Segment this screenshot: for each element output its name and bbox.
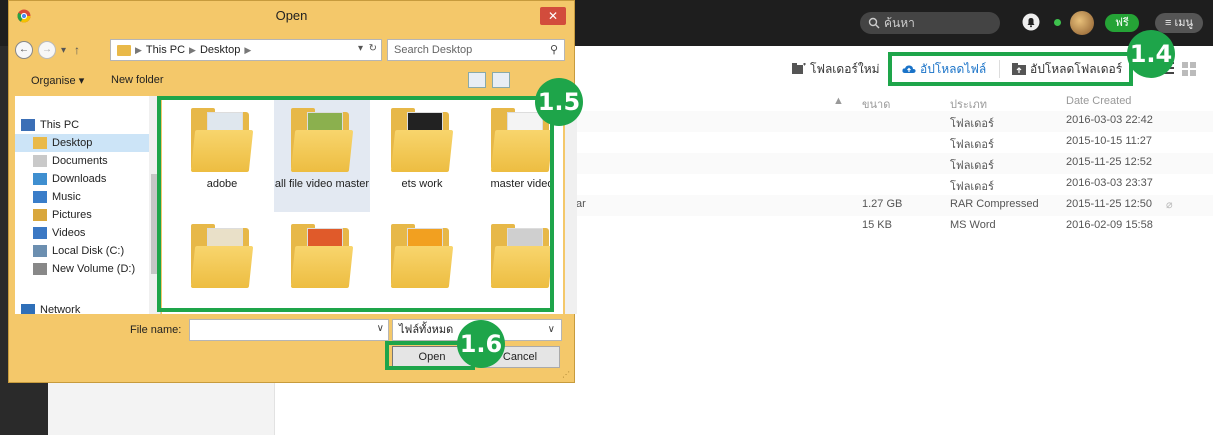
new-folder-button[interactable]: โฟลเดอร์ใหม่	[786, 58, 886, 80]
folder-icon	[33, 155, 47, 167]
forward-icon[interactable]: →	[38, 41, 56, 59]
cell-date: 2015-10-15 11:27	[1066, 135, 1153, 147]
nav-item[interactable]: This PC	[15, 116, 160, 134]
folder-icon	[33, 227, 47, 239]
folder-icon	[33, 137, 47, 149]
folder-icon	[117, 44, 131, 56]
free-plan-badge[interactable]: ฟรี	[1105, 14, 1139, 32]
change-view-icon[interactable]	[468, 72, 486, 88]
folder-add-icon	[792, 63, 806, 74]
chevron-right-icon: ▶	[135, 44, 142, 55]
cell-size: 1.27 GB	[862, 198, 903, 210]
file-list-scrollbar[interactable]	[565, 96, 577, 314]
cell-name: ar	[576, 198, 586, 210]
nav-item-label: Documents	[52, 155, 108, 167]
cell-type: โฟลเดอร์	[950, 160, 994, 172]
step-badge-1-6: 1.6	[457, 320, 505, 368]
new-folder-command[interactable]: New folder	[111, 74, 164, 86]
chevron-down-icon[interactable]: ∨	[377, 323, 384, 334]
folder-icon	[33, 209, 47, 221]
resize-grip-icon[interactable]: ⋰	[562, 370, 570, 379]
nav-item[interactable]: Local Disk (C:)	[15, 242, 160, 260]
nav-item[interactable]: New Volume (D:)	[15, 260, 160, 278]
cell-size: 15 KB	[862, 219, 892, 231]
chevron-right-icon: ▶	[244, 44, 252, 55]
folder-icon	[33, 173, 47, 185]
file-name-input[interactable]: ∨	[189, 319, 389, 341]
search-icon	[868, 17, 880, 29]
cell-date: 2015-11-25 12:50	[1066, 198, 1153, 210]
cell-date: 2015-11-25 12:52	[1066, 156, 1153, 168]
folder-icon	[33, 191, 47, 203]
menu-button[interactable]: ≡ เมนู	[1155, 13, 1203, 33]
nav-item-label: Downloads	[52, 173, 107, 185]
search-box[interactable]: ค้นหา	[860, 12, 1000, 34]
step-badge-1-4: 1.4	[1127, 30, 1175, 78]
cell-type: โฟลเดอร์	[950, 139, 994, 151]
new-folder-label: โฟลเดอร์ใหม่	[810, 62, 880, 76]
preview-pane-icon[interactable]	[492, 72, 510, 88]
search-placeholder: ค้นหา	[884, 16, 915, 30]
online-status-dot	[1054, 19, 1061, 26]
file-name-label: File name:	[130, 324, 182, 336]
cell-type: โฟลเดอร์	[950, 118, 994, 130]
nav-item[interactable]: Downloads	[15, 170, 160, 188]
nav-item-label: Music	[52, 191, 81, 203]
folder-icon	[33, 245, 47, 257]
cell-date: 2016-03-03 22:42	[1066, 114, 1153, 126]
recent-dropdown-icon[interactable]: ▾	[61, 45, 66, 56]
folder-icon	[21, 119, 35, 131]
breadcrumb-desktop[interactable]: Desktop	[200, 44, 240, 56]
grid-view-icon[interactable]	[1182, 62, 1196, 76]
chrome-icon	[17, 9, 31, 23]
nav-item[interactable]: Pictures	[15, 206, 160, 224]
cell-type: RAR Compressed	[950, 198, 1039, 210]
nav-item[interactable]: Music	[15, 188, 160, 206]
breadcrumb-this-pc[interactable]: This PC	[146, 44, 185, 56]
sort-arrow-icon[interactable]: ▲	[833, 95, 844, 107]
nav-item-label: New Volume (D:)	[52, 263, 136, 275]
navigation-pane: This PC Desktop Documents Downloads Music Pic…	[15, 96, 161, 314]
nav-item[interactable]: Videos	[15, 224, 160, 242]
file-type-value: ไฟล์ทั้งหมด	[399, 324, 454, 336]
step-badge-1-5: 1.5	[535, 78, 583, 126]
folder-icon	[33, 263, 47, 275]
dialog-title: Open	[9, 1, 574, 31]
nav-item[interactable]: Network	[15, 301, 160, 314]
avatar[interactable]	[1070, 11, 1094, 35]
bell-icon[interactable]	[1022, 13, 1040, 31]
folder-icon	[21, 304, 35, 314]
column-header-date[interactable]: Date Created	[1066, 95, 1131, 107]
nav-item-label: Local Disk (C:)	[52, 245, 125, 257]
nav-item[interactable]: Documents	[15, 152, 160, 170]
up-arrow-icon[interactable]: ↑	[74, 43, 80, 57]
cell-date: 2016-02-09 15:58	[1066, 219, 1153, 231]
organise-menu[interactable]: Organise ▾	[31, 74, 84, 87]
command-bar: Organise ▾ New folder	[15, 68, 568, 94]
nav-item-label: Network	[40, 304, 81, 314]
cell-date: 2016-03-03 23:37	[1066, 177, 1153, 189]
chevron-down-icon: ∨	[547, 324, 555, 335]
step-1-4-highlight	[888, 52, 1133, 86]
search-field-placeholder: Search Desktop	[394, 44, 473, 56]
search-desktop-field[interactable]: Search Desktop ⚲	[387, 39, 565, 61]
cell-type: โฟลเดอร์	[950, 181, 994, 193]
nav-item-label: This PC	[40, 119, 80, 131]
address-bar[interactable]: ▶ This PC ▶ Desktop ▶ ▾ ↻	[110, 39, 382, 61]
back-icon[interactable]: ←	[15, 41, 33, 59]
nav-item[interactable]: Desktop	[15, 134, 160, 152]
cell-type: MS Word	[950, 219, 996, 231]
nav-item-label: Desktop	[52, 137, 93, 149]
menu-label: เมนู	[1174, 17, 1193, 29]
nav-item-label: Videos	[52, 227, 86, 239]
step-1-5-highlight	[157, 96, 554, 312]
chevron-right-icon: ▶	[189, 44, 196, 55]
search-icon: ⚲	[549, 44, 558, 56]
view-options	[468, 72, 510, 88]
close-button[interactable]: ✕	[540, 7, 566, 25]
nav-item-label: Pictures	[52, 209, 92, 221]
refresh-icon[interactable]: ▾ ↻	[358, 43, 377, 54]
link-icon[interactable]: ⌀	[1166, 198, 1173, 211]
